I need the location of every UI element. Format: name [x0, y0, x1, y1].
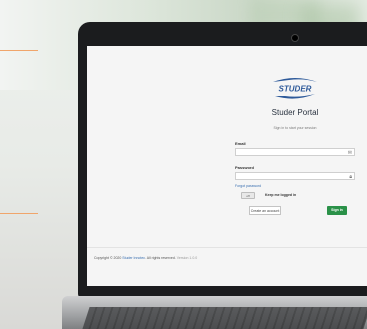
- company-link[interactable]: Studer Innotec: [122, 256, 145, 260]
- studer-logo: STUDER: [269, 76, 321, 100]
- email-field[interactable]: ✉: [235, 148, 355, 156]
- page-title: Studer Portal: [271, 108, 319, 117]
- keyboard: [82, 307, 367, 329]
- keep-logged-in-toggle[interactable]: off: [241, 192, 255, 199]
- laptop-screen: STUDER Studer Portal Sign in to start yo…: [87, 46, 367, 286]
- forgot-password-link[interactable]: Forgot password: [235, 184, 261, 188]
- password-label: Password: [235, 165, 254, 170]
- version-text: Version 1.0.0: [176, 256, 198, 260]
- sign-in-button[interactable]: Sign in: [327, 206, 347, 215]
- footer-prefix: Copyright © 2020: [94, 256, 123, 260]
- accent-line-top: [0, 50, 38, 51]
- studer-logo-mark: STUDER: [273, 78, 317, 99]
- laptop-bezel: STUDER Studer Portal Sign in to start yo…: [78, 22, 367, 298]
- footer-divider: [87, 247, 367, 248]
- create-account-button[interactable]: Create an account: [249, 206, 281, 215]
- mail-icon: ✉: [347, 150, 352, 156]
- footer: Copyright © 2020 Studer Innotec. All rig…: [94, 256, 197, 260]
- lock-icon: 🔒︎: [349, 174, 352, 180]
- toggle-state: off: [246, 194, 250, 198]
- accent-line-bottom: [0, 213, 38, 214]
- footer-suffix: . All rights reserved.: [145, 256, 176, 260]
- email-label: Email: [235, 141, 246, 146]
- logo-text: STUDER: [279, 85, 312, 94]
- webcam-icon: [291, 34, 299, 42]
- password-field[interactable]: 🔒︎: [235, 172, 355, 180]
- keep-logged-in-label: Keep me logged in: [265, 193, 297, 197]
- login-subtitle: Sign in to start your session: [273, 126, 317, 130]
